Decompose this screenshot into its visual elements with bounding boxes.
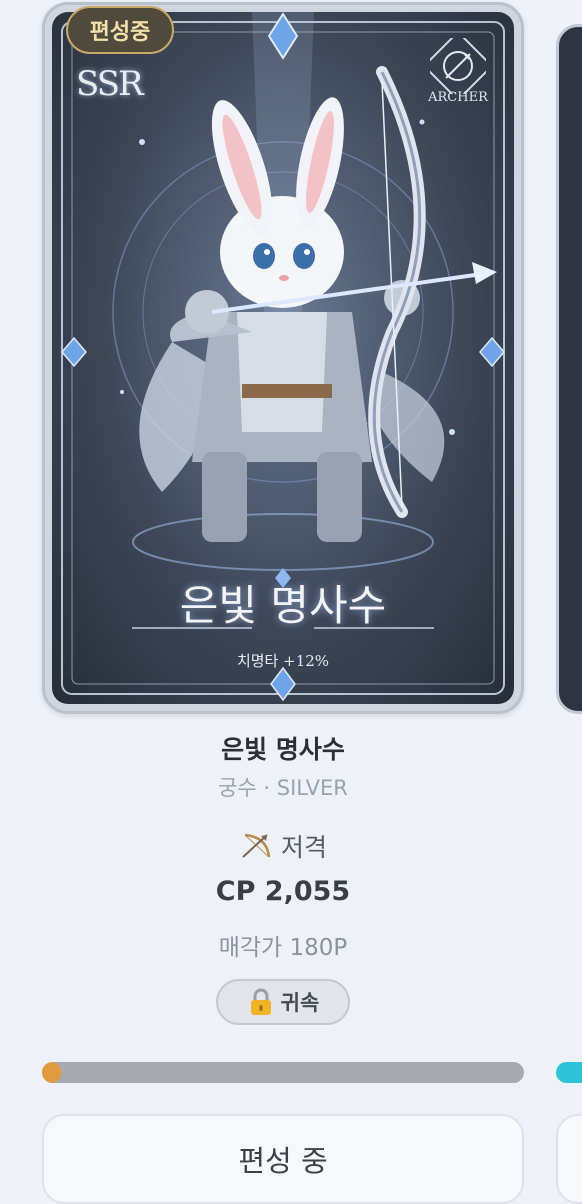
rarity-label: SSR xyxy=(76,64,144,104)
editing-badge: 편성중 xyxy=(66,6,174,54)
lock-icon xyxy=(250,988,271,1015)
character-name: 은빛 명사수 xyxy=(221,735,345,764)
class-label: ARCHER xyxy=(428,90,488,105)
crossed-bow-icon xyxy=(430,38,486,94)
skill-row: 저격 xyxy=(42,828,524,864)
formation-button[interactable]: 편성 중 xyxy=(42,1114,524,1204)
next-character-card[interactable] xyxy=(556,24,582,714)
character-class-grade: 궁수 · SILVER xyxy=(218,776,348,800)
next-progress-bar xyxy=(556,1062,582,1083)
card-art-stat: 치명타 +12% xyxy=(236,652,330,670)
card-art-name: 은빛 명사수 xyxy=(179,581,387,630)
next-formation-button[interactable] xyxy=(556,1114,582,1204)
combat-power: CP 2,055 xyxy=(215,876,351,907)
bound-label: 귀속 xyxy=(280,991,320,1015)
bow-arrow-icon xyxy=(242,833,271,858)
bound-badge: 귀속 xyxy=(216,979,350,1025)
sell-price: 매각가 180P xyxy=(218,935,348,961)
progress-bar xyxy=(42,1062,524,1083)
progress-fill xyxy=(42,1062,62,1083)
skill-label: 저격 xyxy=(280,833,327,862)
